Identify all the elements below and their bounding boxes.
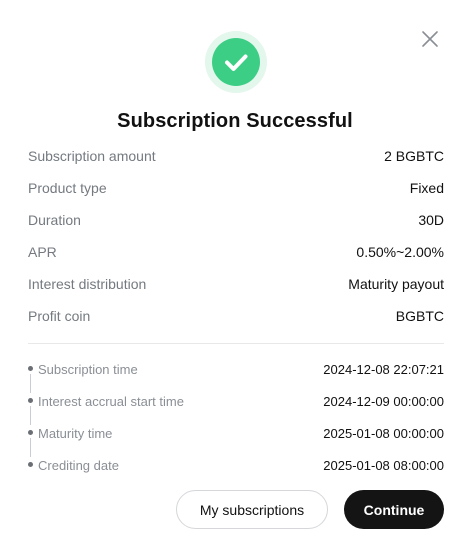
check-icon xyxy=(225,54,248,71)
timeline-label: Maturity time xyxy=(38,425,113,441)
timeline-value: 2025-01-08 08:00:00 xyxy=(323,457,444,473)
success-circle xyxy=(212,38,260,86)
success-badge xyxy=(205,31,267,93)
detail-row-interest-distribution: Interest distribution Maturity payout xyxy=(28,268,444,300)
timeline-row-maturity-time: Maturity time 2025-01-08 00:00:00 xyxy=(28,417,444,457)
timeline-dot xyxy=(28,430,33,435)
timeline-row-crediting-date: Crediting date 2025-01-08 08:00:00 xyxy=(28,449,444,481)
detail-row-profit-coin: Profit coin BGBTC xyxy=(28,300,444,332)
timeline-value: 2024-12-09 00:00:00 xyxy=(323,393,444,409)
detail-row-product-type: Product type Fixed xyxy=(28,172,444,204)
detail-label: Duration xyxy=(28,212,81,228)
close-icon[interactable] xyxy=(418,27,442,51)
detail-label: Interest distribution xyxy=(28,276,147,292)
detail-label: Subscription amount xyxy=(28,148,156,164)
timeline-dot xyxy=(28,462,33,467)
close-button[interactable] xyxy=(418,27,442,51)
detail-value: BGBTC xyxy=(395,308,444,324)
detail-row-apr: APR 0.50%~2.00% xyxy=(28,236,444,268)
timeline-row-interest-accrual-start: Interest accrual start time 2024-12-09 0… xyxy=(28,385,444,425)
timeline-label: Crediting date xyxy=(38,457,119,473)
section-divider xyxy=(28,343,444,344)
timeline-dot xyxy=(28,366,33,371)
detail-value: Fixed xyxy=(409,180,444,196)
detail-label: APR xyxy=(28,244,57,260)
timeline-dot xyxy=(28,398,33,403)
continue-button[interactable]: Continue xyxy=(344,490,444,529)
subscription-timeline: Subscription time 2024-12-08 22:07:21 In… xyxy=(28,353,444,481)
timeline-label: Subscription time xyxy=(38,361,138,377)
detail-value: Maturity payout xyxy=(348,276,444,292)
my-subscriptions-button[interactable]: My subscriptions xyxy=(176,490,328,529)
detail-label: Profit coin xyxy=(28,308,91,324)
dialog-title: Subscription Successful xyxy=(117,110,353,132)
timeline-label: Interest accrual start time xyxy=(38,393,184,409)
timeline-row-subscription-time: Subscription time 2024-12-08 22:07:21 xyxy=(28,353,444,393)
timeline-value: 2025-01-08 00:00:00 xyxy=(323,425,444,441)
detail-value: 0.50%~2.00% xyxy=(356,244,444,260)
detail-row-subscription-amount: Subscription amount 2 BGBTC xyxy=(28,140,444,172)
detail-row-duration: Duration 30D xyxy=(28,204,444,236)
timeline-value: 2024-12-08 22:07:21 xyxy=(323,361,444,377)
detail-label: Product type xyxy=(28,180,107,196)
detail-value: 30D xyxy=(418,212,444,228)
detail-value: 2 BGBTC xyxy=(384,148,444,164)
subscription-details: Subscription amount 2 BGBTC Product type… xyxy=(28,140,444,332)
